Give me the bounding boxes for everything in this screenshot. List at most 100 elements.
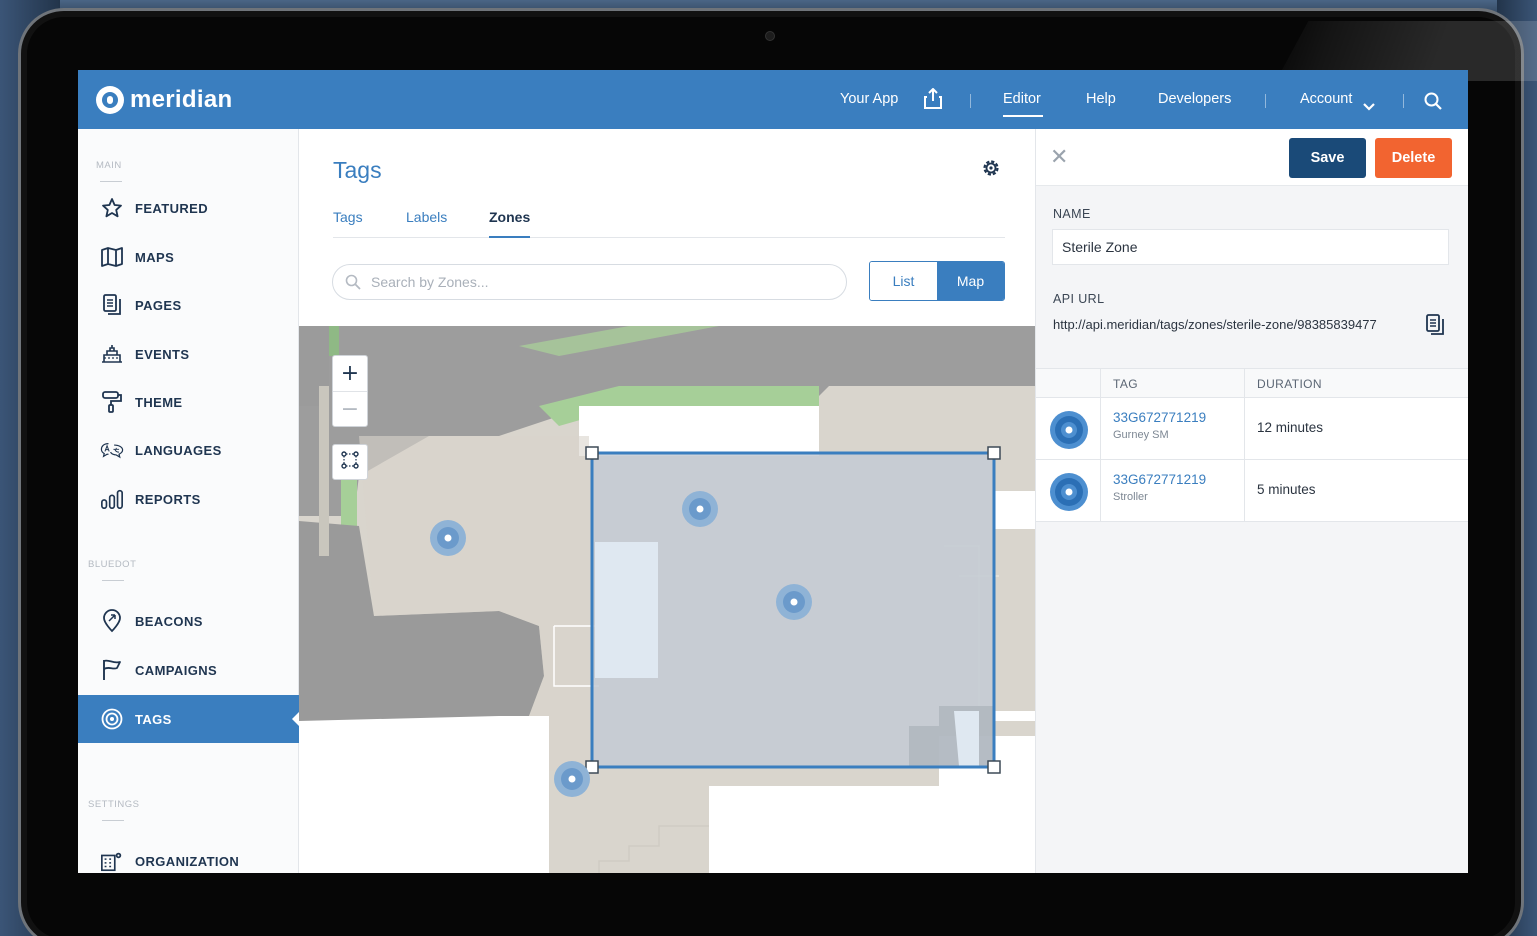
brand-name: meridian [130, 86, 233, 113]
nav-separator [970, 94, 971, 108]
nav-editor[interactable]: Editor [1003, 91, 1041, 107]
tab-tags[interactable]: Tags [333, 209, 363, 225]
events-icon [100, 342, 124, 366]
sidebar-item-label: REPORTS [135, 491, 201, 507]
pages-icon [100, 293, 124, 317]
search-icon[interactable] [1424, 92, 1442, 114]
sidebar-item-events[interactable]: EVENTS [78, 330, 299, 378]
search-placeholder: Search by Zones... [371, 274, 489, 290]
chevron-down-icon[interactable] [1363, 96, 1375, 115]
zone-name-value: Sterile Zone [1062, 239, 1138, 255]
zone-name-field[interactable]: Sterile Zone [1052, 229, 1449, 265]
save-button[interactable]: Save [1289, 138, 1366, 178]
column-divider [1244, 369, 1245, 397]
sidebar-item-theme[interactable]: THEME [78, 378, 299, 426]
tag-marker-icon [1049, 410, 1089, 454]
table-header: TAG DURATION [1036, 368, 1468, 398]
fit-bounds-icon [340, 450, 360, 474]
tag-marker-icon [1049, 472, 1089, 516]
section-divider [102, 580, 124, 581]
table-row[interactable]: 33G672771219 Gurney SM 12 minutes [1036, 398, 1468, 460]
sidebar-item-label: CAMPAIGNS [135, 662, 218, 678]
sidebar-item-label: EVENTS [135, 346, 190, 362]
sidebar-item-label: ORGANIZATION [135, 853, 240, 869]
table-row[interactable]: 33G672771219 Stroller 5 minutes [1036, 460, 1468, 522]
location-pin-icon [100, 609, 124, 633]
nav-help[interactable]: Help [1086, 91, 1116, 107]
view-toggle: List Map [869, 261, 1005, 301]
list-view-button[interactable]: List [870, 262, 937, 300]
sidebar-item-label: BEACONS [135, 613, 203, 629]
sidebar-item-maps[interactable]: MAPS [78, 233, 299, 281]
sidebar-item-label: TAGS [135, 711, 172, 727]
section-divider [100, 181, 122, 182]
flag-icon [100, 658, 124, 682]
name-label: NAME [1053, 207, 1091, 221]
column-divider [1244, 460, 1245, 521]
sidebar-item-label: FEATURED [135, 200, 209, 216]
tags-table: TAG DURATION 33G672771219 Gurney SM 12 m… [1036, 368, 1468, 522]
sidebar-item-tags[interactable]: TAGS [78, 695, 299, 743]
sidebar-item-label: THEME [135, 394, 183, 410]
tag-id-link[interactable]: 33G672771219 [1113, 472, 1206, 487]
sidebar-item-organization[interactable]: ORGANIZATION [78, 837, 299, 873]
section-label-settings: SETTINGS [88, 799, 140, 810]
sidebar-item-reports[interactable]: REPORTS [78, 475, 299, 523]
sidebar-item-label: LANGUAGES [135, 442, 222, 458]
tag-marker[interactable] [776, 584, 812, 620]
app-screen: meridian Your App Editor Help Developers… [78, 70, 1468, 873]
sidebar-item-pages[interactable]: PAGES [78, 281, 299, 329]
meridian-logo-icon [96, 86, 124, 114]
sidebar-item-featured[interactable]: FEATURED [78, 184, 299, 232]
nav-your-app[interactable]: Your App [840, 91, 898, 107]
paint-roller-icon [100, 390, 124, 414]
sidebar-item-languages[interactable]: LANGUAGES [78, 426, 299, 474]
target-icon [100, 707, 124, 731]
tag-duration: 5 minutes [1257, 482, 1316, 497]
tag-marker[interactable] [554, 761, 590, 797]
building-gear-icon [100, 849, 124, 873]
nav-separator [1403, 94, 1404, 108]
bar-chart-icon [100, 487, 124, 511]
share-icon[interactable] [924, 87, 942, 114]
tag-marker[interactable] [682, 491, 718, 527]
map-icon [100, 245, 124, 269]
nav-account[interactable]: Account [1300, 91, 1352, 107]
gear-icon[interactable] [980, 157, 1002, 183]
languages-icon [100, 438, 124, 462]
zoom-in-button[interactable]: + [333, 356, 367, 391]
sidebar-item-beacons[interactable]: BEACONS [78, 597, 299, 645]
copy-icon[interactable] [1425, 314, 1445, 340]
tag-name: Stroller [1113, 491, 1148, 503]
sidebar-item-campaigns[interactable]: CAMPAIGNS [78, 646, 299, 694]
tab-labels[interactable]: Labels [406, 209, 447, 225]
fit-bounds-button[interactable] [332, 444, 368, 480]
section-divider [102, 820, 124, 821]
search-icon [345, 274, 361, 290]
tab-zones[interactable]: Zones [489, 209, 531, 238]
detail-header: ✕ Save Delete [1036, 129, 1468, 186]
camera [765, 31, 775, 41]
tag-id-link[interactable]: 33G672771219 [1113, 410, 1206, 425]
floor-map[interactable]: + − [299, 326, 1035, 873]
sidebar: MAIN FEATURED MAPS PAGES EVENTS THEME LA… [78, 129, 299, 873]
column-divider [1100, 369, 1101, 397]
delete-button[interactable]: Delete [1375, 138, 1452, 178]
zoom-out-button[interactable]: − [333, 391, 367, 426]
nav-developers[interactable]: Developers [1158, 91, 1231, 107]
logo[interactable]: meridian [96, 86, 232, 114]
main-panel: Tags Tags Labels Zones Search by Zones..… [299, 129, 1035, 873]
search-input[interactable]: Search by Zones... [332, 264, 847, 300]
close-icon[interactable]: ✕ [1050, 145, 1068, 170]
sidebar-item-label: PAGES [135, 297, 182, 313]
star-icon [100, 196, 124, 220]
api-url-value: http://api.meridian/tags/zones/sterile-z… [1053, 317, 1377, 332]
map-view-button[interactable]: Map [937, 262, 1004, 300]
api-url-label: API URL [1053, 292, 1105, 306]
section-label-bluedot: BLUEDOT [88, 559, 137, 570]
nav-editor-underline [1003, 115, 1043, 117]
section-label-main: MAIN [96, 160, 122, 171]
tag-marker[interactable] [430, 520, 466, 556]
nav-separator [1265, 94, 1266, 108]
zone-detail-panel: ✕ Save Delete NAME Sterile Zone API URL … [1035, 129, 1468, 873]
